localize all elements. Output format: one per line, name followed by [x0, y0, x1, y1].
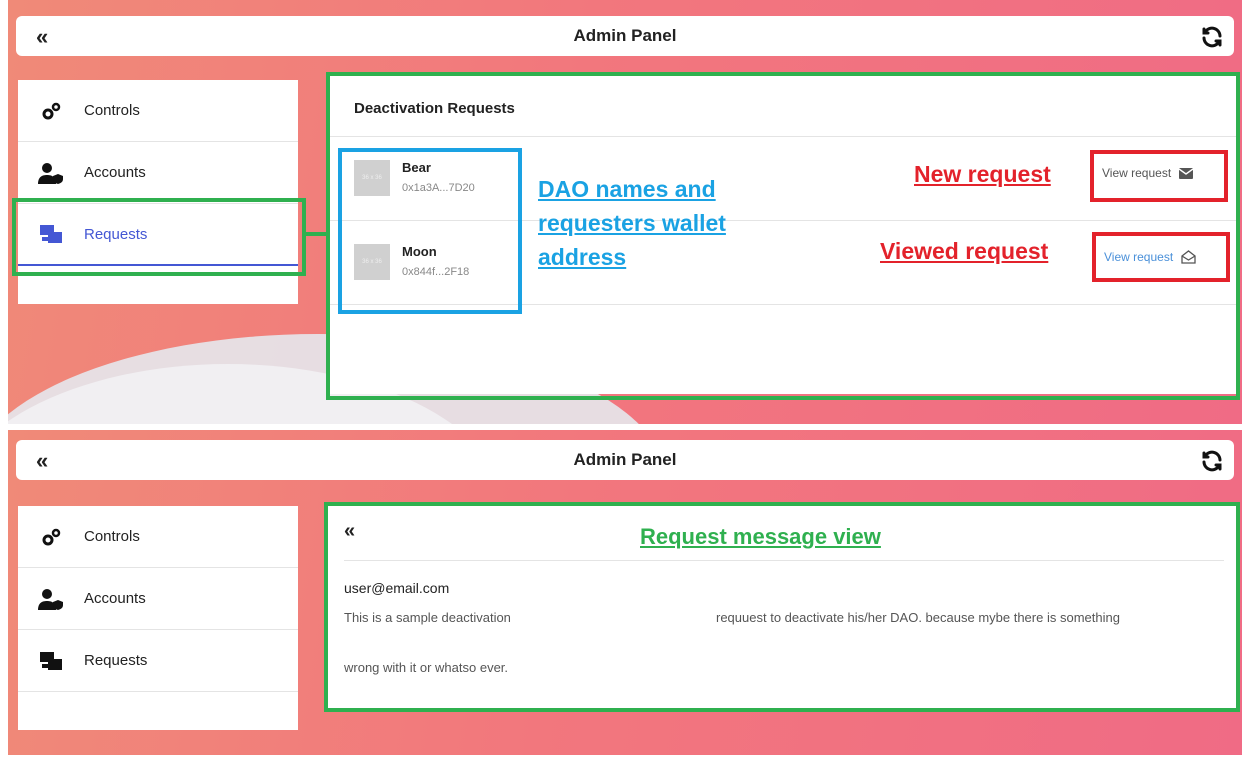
sidebar-item-accounts[interactable]: Accounts — [18, 142, 298, 204]
annotation-box — [338, 148, 522, 314]
refresh-icon[interactable] — [1200, 25, 1224, 49]
bottom-screenshot-panel: « Admin Panel Controls Accounts Requests… — [8, 430, 1242, 755]
annotation-box — [12, 198, 306, 276]
sidebar-item-accounts[interactable]: Accounts — [18, 568, 298, 630]
sidebar-item-label: Accounts — [84, 164, 146, 181]
sidebar-item-controls[interactable]: Controls — [18, 506, 298, 568]
user-shield-icon — [36, 588, 66, 610]
sidebar-item-label: Controls — [84, 102, 140, 119]
annotation-label: DAO names and requesters wallet address — [538, 172, 726, 274]
collapse-back-icon[interactable]: « — [36, 24, 48, 50]
collapse-back-icon[interactable]: « — [36, 448, 48, 474]
sidebar-item-label: Controls — [84, 528, 140, 545]
gears-icon — [36, 100, 66, 122]
user-shield-icon — [36, 162, 66, 184]
requests-icon — [36, 650, 66, 672]
page-title: Admin Panel — [573, 26, 677, 45]
sidebar-item-requests[interactable]: Requests — [18, 630, 298, 692]
sidebar-item-label: Requests — [84, 652, 148, 669]
annotation-box — [1090, 150, 1228, 202]
annotation-connector — [306, 232, 328, 236]
app-header: « Admin Panel — [16, 440, 1234, 480]
refresh-icon[interactable] — [1200, 449, 1224, 473]
annotation-box — [1092, 232, 1230, 282]
sidebar-item-label: Accounts — [84, 590, 146, 607]
annotation-line: address — [538, 244, 627, 270]
annotation-line: requesters wallet — [538, 210, 726, 236]
annotation-label: Request message view — [640, 524, 881, 549]
sidebar: Controls Accounts Requests — [18, 506, 298, 730]
annotation-line: DAO names and — [538, 176, 716, 202]
annotation-label: New request — [914, 161, 1051, 187]
top-screenshot-panel: « Admin Panel Controls Accounts Requests… — [8, 0, 1242, 424]
app-header: « Admin Panel — [16, 16, 1234, 56]
annotation-label: Viewed request — [880, 238, 1049, 264]
sidebar-item-controls[interactable]: Controls — [18, 80, 298, 142]
page-title: Admin Panel — [573, 450, 677, 469]
gears-icon — [36, 526, 66, 548]
